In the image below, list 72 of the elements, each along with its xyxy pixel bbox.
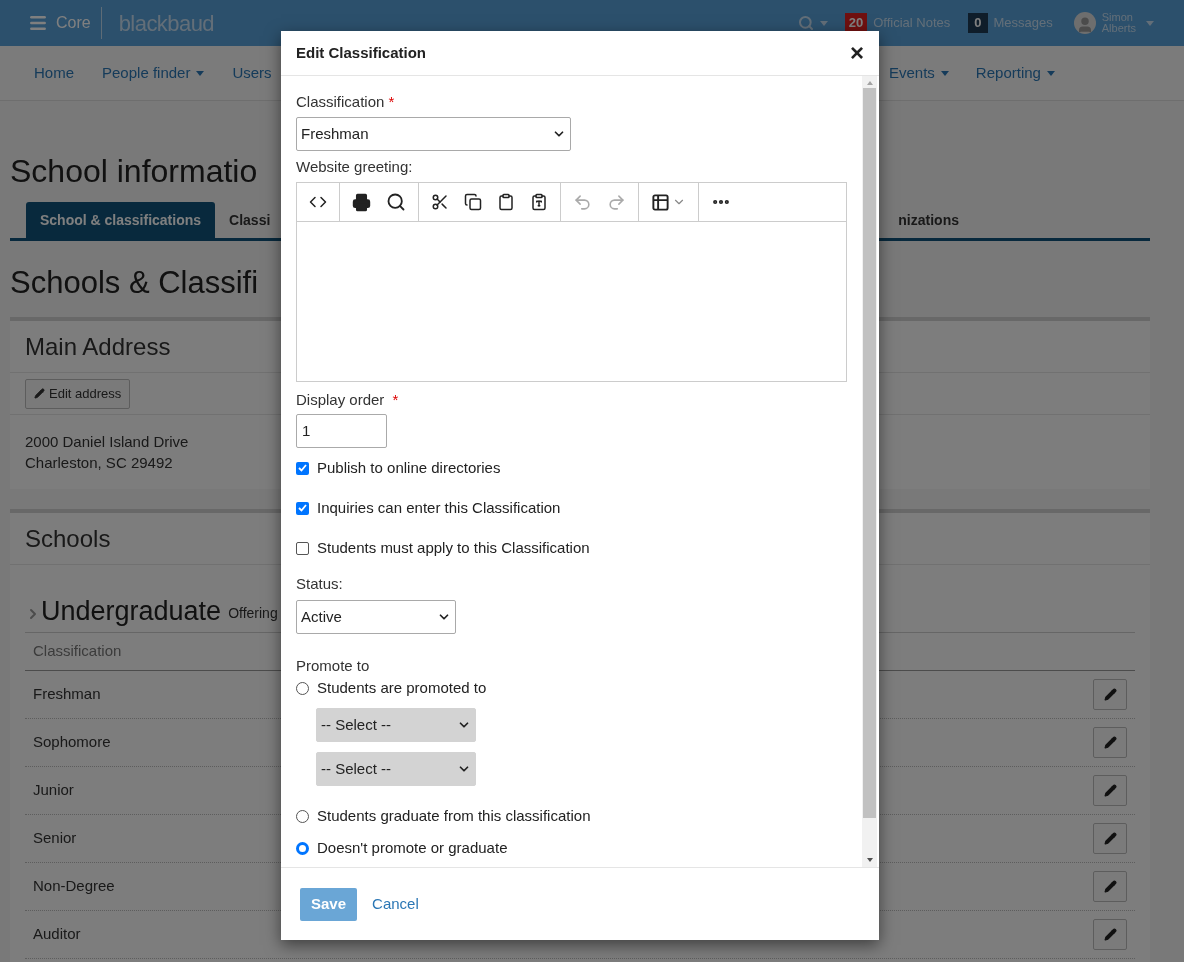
close-button[interactable]: × — [850, 41, 864, 65]
table-cell-text: Senior — [33, 828, 77, 849]
pencil-icon — [1103, 736, 1117, 749]
radio-label[interactable]: Students are promoted to — [317, 676, 487, 700]
app-menu-label[interactable]: Core — [56, 7, 102, 39]
scrollbar[interactable] — [862, 76, 877, 867]
clipboard-icon[interactable] — [497, 193, 515, 211]
pencil-icon — [1103, 832, 1117, 845]
dropdown-select[interactable]: -- Select -- — [316, 708, 476, 742]
section-title: Schools & Classifi — [10, 264, 259, 302]
field-label: Website greeting: — [296, 157, 414, 177]
messages-count[interactable]: 0 — [968, 13, 988, 33]
dropdown-select[interactable]: Active — [296, 600, 456, 634]
table-cell-text: Auditor — [33, 924, 81, 945]
tab[interactable]: Classi — [215, 202, 285, 238]
caret-icon — [819, 21, 828, 27]
clipboard-text-icon[interactable] — [530, 193, 548, 211]
dropdown-select[interactable]: Freshman — [296, 117, 571, 151]
address-line: Charleston, SC 29492 — [25, 453, 173, 473]
table-cell-text: Junior — [33, 780, 74, 801]
table-icon[interactable] — [651, 192, 686, 212]
page-title: School informatio — [10, 152, 258, 191]
scissors-icon[interactable] — [431, 193, 449, 211]
edit-button[interactable] — [1093, 871, 1127, 902]
field-label: Classification * — [296, 93, 396, 111]
radio-label[interactable]: Students graduate from this classification — [317, 804, 591, 828]
edit-button[interactable] — [1093, 679, 1127, 710]
checkbox-label[interactable]: Publish to online directories — [317, 456, 501, 480]
pencil-icon — [1103, 880, 1117, 893]
nav-link[interactable]: Home — [34, 61, 74, 85]
field-label: Status: — [296, 574, 344, 594]
edit-button[interactable] — [1093, 775, 1127, 806]
radio-button[interactable] — [296, 841, 309, 855]
checkbox[interactable] — [296, 501, 309, 515]
checkbox[interactable] — [296, 541, 309, 555]
caret-icon — [1146, 21, 1154, 27]
nav-link[interactable]: Users — [232, 61, 272, 85]
edit-button[interactable] — [1093, 919, 1127, 950]
field-label: Display order * — [296, 390, 400, 410]
radio-button[interactable] — [296, 809, 309, 823]
print-icon[interactable] — [352, 192, 371, 212]
pencil-icon — [1103, 784, 1117, 797]
nav-link[interactable]: Reporting — [975, 61, 1055, 85]
edit-button[interactable] — [1093, 727, 1127, 758]
edit-button[interactable] — [1093, 823, 1127, 854]
address-line: 2000 Daniel Island Drive — [25, 432, 189, 452]
dropdown-select[interactable]: -- Select -- — [316, 752, 476, 786]
checkbox-label[interactable]: Students must apply to this Classification — [317, 536, 590, 560]
tab[interactable]: nizations — [884, 202, 973, 238]
tab[interactable]: School & classifications — [26, 202, 216, 238]
field-label: Promote to — [296, 656, 371, 676]
dialog-title: Edit Classification — [296, 42, 427, 63]
display-order-input[interactable]: 1 — [296, 414, 387, 448]
checkbox[interactable] — [296, 461, 309, 475]
table-cell-text: Freshman — [33, 684, 101, 705]
radio-label[interactable]: Doesn't promote or graduate — [317, 836, 508, 860]
search-icon[interactable] — [386, 192, 406, 212]
pencil-icon — [1103, 688, 1117, 701]
copy-icon[interactable] — [464, 193, 482, 211]
pencil-icon — [1103, 928, 1117, 941]
table-cell-text: Sophomore — [33, 732, 111, 753]
radio-button[interactable] — [296, 681, 309, 695]
nav-link[interactable]: Events — [889, 61, 949, 85]
save-button[interactable]: Save — [300, 887, 358, 921]
table-cell-text: Non-Degree — [33, 876, 115, 897]
cancel-link[interactable]: Cancel — [372, 892, 419, 916]
edit-address-button[interactable]: Edit address — [25, 378, 131, 409]
nav-link[interactable]: People finder — [102, 61, 205, 85]
group-title: Undergraduate — [41, 596, 222, 626]
group-note: Offering — [228, 604, 278, 623]
column-header: Classification — [33, 641, 122, 662]
pencil-icon — [34, 388, 45, 399]
